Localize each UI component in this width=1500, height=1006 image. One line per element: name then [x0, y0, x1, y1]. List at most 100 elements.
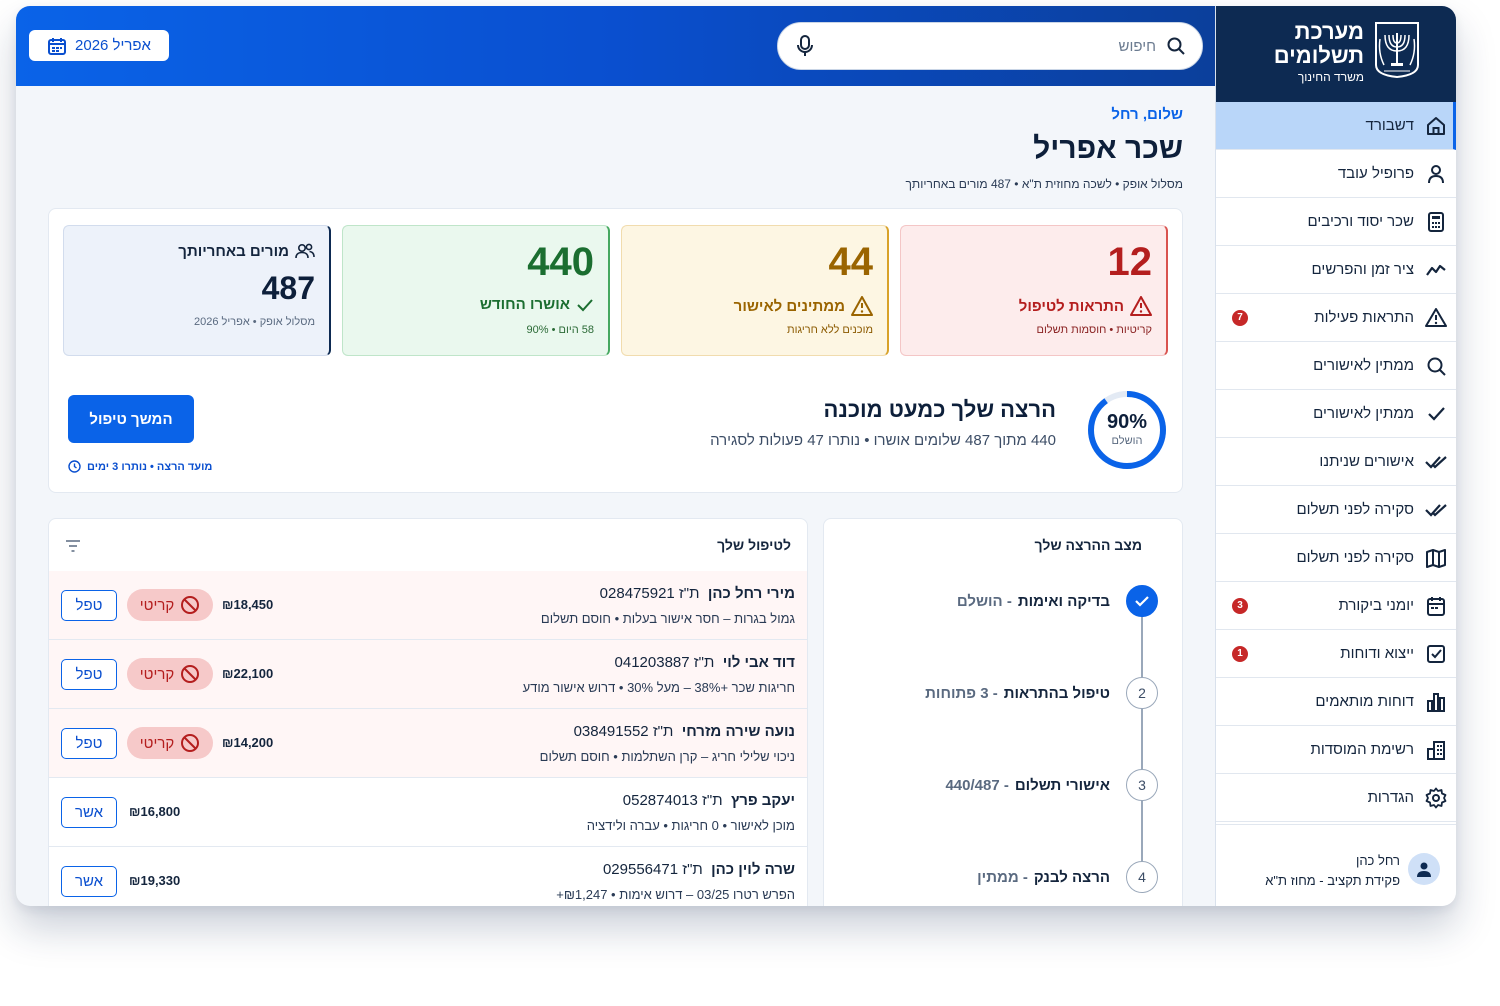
- table-row[interactable]: דוד אבי לוי ת"ז 041203887 חריגות שכר +38…: [49, 640, 807, 709]
- search-placeholder: חיפוש: [1118, 37, 1156, 55]
- sidebar-item-pre-payment-review-2[interactable]: סקירה לפני תשלום: [1216, 534, 1456, 582]
- notification-badge: 3: [1232, 597, 1248, 614]
- sidebar-item-label: ממתין לאישורים: [1313, 357, 1414, 374]
- employee-name: שרה לוין כהן: [711, 861, 795, 878]
- employee-name-id: שרה לוין כהן ת"ז 029556471: [603, 861, 795, 878]
- tasks-panel: לטיפול שלך מירי רחל כהן ת"ז 028475921 גמ…: [48, 518, 808, 906]
- avatar: [1408, 853, 1440, 885]
- app-window: אפריל 2026 חיפוש מערכת תשלומים משרד החינ…: [16, 6, 1456, 906]
- continue-button[interactable]: המשך טיפול: [68, 395, 194, 443]
- employee-name: מירי רחל כהן: [707, 585, 795, 602]
- status-badge: קריטי: [127, 727, 213, 759]
- microphone-icon[interactable]: [796, 35, 814, 57]
- sidebar-item-audit-logs[interactable]: יומני ביקורת 3: [1216, 582, 1456, 630]
- user-profile[interactable]: רחל כהן פקידת תקציב - מחוז ת"א: [1216, 824, 1456, 906]
- sidebar-item-pre-payment-review[interactable]: סקירה לפני תשלום: [1216, 486, 1456, 534]
- kpi-label-text: אושרו החודש: [479, 296, 570, 313]
- completion-ring: 90% הושלם: [1086, 389, 1168, 471]
- step-item[interactable]: 3 אישורי תשלום - 440/487: [838, 769, 1158, 801]
- sidebar-item-dashboard[interactable]: דשבורד: [1216, 102, 1456, 150]
- employee-name: נועה שירה מזרחי: [681, 723, 795, 740]
- table-row[interactable]: שרה לוין כהן ת"ז 029556471 הפרש רטרו 03/…: [49, 847, 807, 906]
- top-header: אפריל 2026 חיפוש: [16, 6, 1215, 86]
- employee-name: יעקב פרץ: [730, 792, 795, 809]
- trend-icon: [1424, 258, 1448, 282]
- sidebar-item-institutions[interactable]: רשימת המוסדות: [1216, 726, 1456, 774]
- sidebar-item-label: ייצוא ודוחות: [1340, 645, 1414, 662]
- panel-title: מצב ההרצה שלך: [1034, 537, 1142, 553]
- state-emblem-icon: [1375, 22, 1419, 79]
- employee-id: ת"ז 038491552: [573, 723, 674, 740]
- handle-button[interactable]: טפל: [61, 728, 117, 759]
- table-row[interactable]: יעקב פרץ ת"ז 052874013 מוכן לאישור • 0 ח…: [49, 778, 807, 847]
- sidebar-item-employee-profile[interactable]: פרופיל עובד: [1216, 150, 1456, 198]
- notification-badge: 1: [1232, 645, 1248, 662]
- employee-name-id: דוד אבי לוי ת"ז 041203887: [615, 654, 795, 671]
- checkbox-icon: [1424, 642, 1448, 666]
- sidebar-item-export-reports[interactable]: ייצוא ודוחות 1: [1216, 630, 1456, 678]
- row-description: הפרש רטרו 03/25 – דרוש אימות • ₪1,247+: [556, 887, 795, 902]
- step-status: - ממתין: [977, 868, 1028, 886]
- employee-id: ת"ז 052874013: [622, 792, 723, 809]
- completion-percent: 90%: [1106, 411, 1148, 433]
- sidebar-item-custom-reports[interactable]: דוחות מותאמים: [1216, 678, 1456, 726]
- notification-badge: 7: [1232, 309, 1248, 326]
- sidebar-item-settings[interactable]: הגדרות: [1216, 774, 1456, 822]
- table-row[interactable]: נועה שירה מזרחי ת"ז 038491552 ניכוי שליל…: [49, 709, 807, 778]
- kpi-alerts-card[interactable]: 12 התראות לטיפול קריטיות • חוסמות תשלום: [900, 225, 1168, 356]
- calculator-icon: [1424, 210, 1448, 234]
- kpi-teachers-card[interactable]: מורים באחריותך 487 מסלול אופק • אפריל 20…: [63, 225, 331, 356]
- sidebar-item-label: סקירה לפני תשלום: [1296, 501, 1414, 518]
- row-amount: ₪14,200: [222, 735, 274, 750]
- kpi-label-text: מורים באחריותך: [178, 242, 289, 260]
- kpi-value: 487: [261, 270, 315, 306]
- calendar-icon: [48, 37, 67, 55]
- sidebar-item-label: דוחות מותאמים: [1315, 693, 1414, 710]
- step-item[interactable]: 2 טיפול בהתראות - 3 פתוחות: [838, 677, 1158, 709]
- brand-header: מערכת תשלומים משרד החינוך: [1216, 6, 1456, 102]
- calendar-icon: [1424, 594, 1448, 618]
- brand-title-line2: תשלומים: [1273, 43, 1364, 68]
- approve-button[interactable]: אשר: [61, 866, 117, 897]
- sidebar-item-label: הגדרות: [1367, 789, 1414, 806]
- double-check-icon: [1424, 498, 1448, 522]
- greeting: שלום, רחל: [1111, 106, 1183, 123]
- deadline-note: מועד הרצה • נותרו 3 ימים: [68, 460, 212, 473]
- sidebar-item-approvals-given[interactable]: אישורים שניתנו: [1216, 438, 1456, 486]
- row-amount: ₪16,800: [129, 804, 181, 819]
- employee-name-id: יעקב פרץ ת"ז 052874013: [623, 792, 795, 809]
- page-subtitle: מסלול אופק • לשכה מחוזית ת"א • 487 מורים…: [905, 177, 1183, 191]
- alert-icon: [1130, 296, 1152, 316]
- step-status: - 440/487: [945, 776, 1009, 794]
- search-icon: [1167, 37, 1185, 55]
- sidebar-item-timeline[interactable]: ציר זמן והפרשים: [1216, 246, 1456, 294]
- summary-panel: 12 התראות לטיפול קריטיות • חוסמות תשלום …: [48, 208, 1183, 493]
- sidebar-item-active-alerts[interactable]: התראות פעילות 7: [1216, 294, 1456, 342]
- map-icon: [1424, 546, 1448, 570]
- handle-button[interactable]: טפל: [61, 590, 117, 621]
- handle-button[interactable]: טפל: [61, 659, 117, 690]
- run-status-title: הרצה שלך כמעט מוכנה: [823, 397, 1056, 422]
- sidebar-item-label: סקירה לפני תשלום: [1296, 549, 1414, 566]
- month-selector-button[interactable]: אפריל 2026: [29, 30, 169, 61]
- sidebar-item-label: רשימת המוסדות: [1310, 741, 1414, 758]
- kpi-label: התראות לטיפול: [1019, 296, 1152, 316]
- user-icon: [1417, 862, 1431, 877]
- sidebar-item-pending-approvals[interactable]: ממתין לאישורים: [1216, 342, 1456, 390]
- month-label: אפריל 2026: [75, 37, 151, 54]
- step-label: טיפול בהתראות: [1003, 684, 1110, 702]
- search-input[interactable]: חיפוש: [777, 22, 1203, 70]
- step-item[interactable]: 4 הרצה לבנק - ממתין: [838, 861, 1158, 893]
- sidebar-item-base-salary[interactable]: שכר יסוד ורכיבים: [1216, 198, 1456, 246]
- step-item[interactable]: בדיקה ואימות - הושלם: [838, 585, 1158, 617]
- kpi-approved-card[interactable]: 440 אושרו החודש 58 היום • 90%: [342, 225, 610, 356]
- table-row[interactable]: מירי רחל כהן ת"ז 028475921 גמול בגרות – …: [49, 571, 807, 640]
- approve-button[interactable]: אשר: [61, 797, 117, 828]
- home-icon: [1424, 114, 1448, 138]
- filter-icon[interactable]: [65, 539, 81, 553]
- employee-name-id: מירי רחל כהן ת"ז 028475921: [600, 585, 795, 602]
- kpi-pending-card[interactable]: 44 ממתינים לאישור מוכנים ללא חריגות: [621, 225, 889, 356]
- row-amount: ₪18,450: [222, 597, 274, 612]
- sidebar-item-pending-approvals-2[interactable]: ממתין לאישורים: [1216, 390, 1456, 438]
- step-status: - הושלם: [956, 592, 1012, 610]
